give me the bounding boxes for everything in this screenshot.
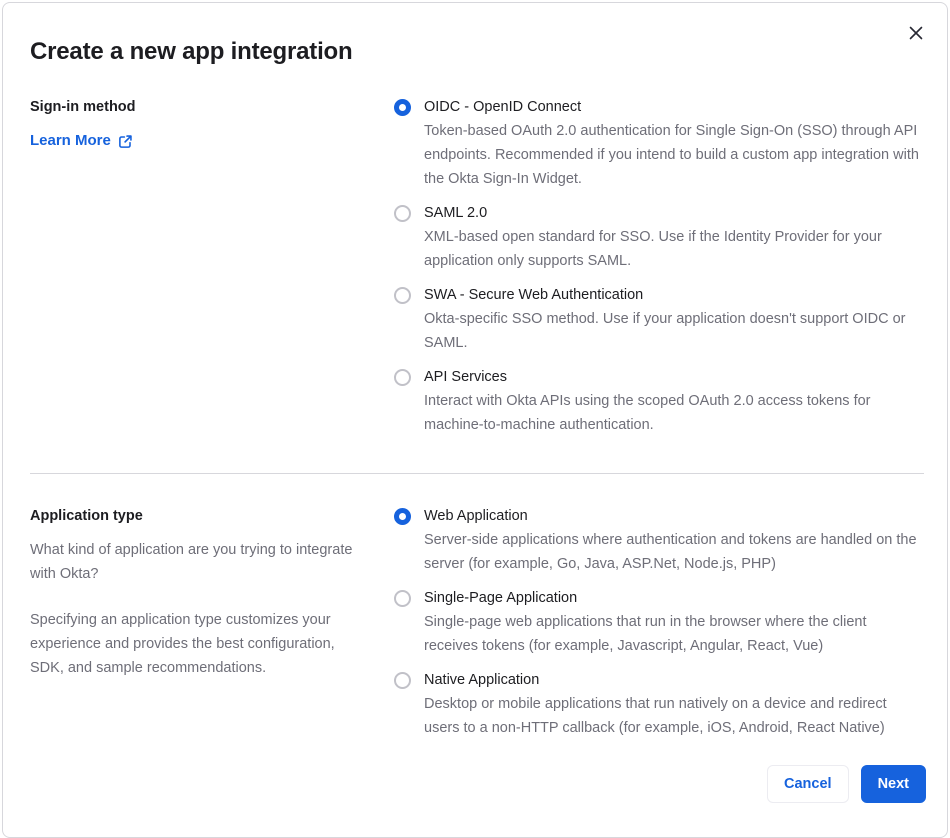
application-type-options: Web Application Server-side applications… — [394, 504, 924, 750]
application-type-option[interactable]: Single-Page Application Single-page web … — [394, 586, 924, 658]
radio-option-description: Desktop or mobile applications that run … — [424, 696, 887, 736]
signin-method-option[interactable]: OIDC - OpenID Connect Token-based OAuth … — [394, 95, 924, 191]
radio-option-label: Web Application — [424, 508, 528, 524]
external-link-icon — [118, 134, 133, 149]
signin-method-options: OIDC - OpenID Connect Token-based OAuth … — [394, 95, 924, 447]
radio-icon[interactable] — [394, 369, 411, 386]
radio-option-description: Single-page web applications that run in… — [424, 614, 867, 654]
close-icon — [909, 26, 923, 43]
radio-icon[interactable] — [394, 287, 411, 304]
cancel-button[interactable]: Cancel — [767, 765, 849, 803]
application-type-option[interactable]: Native Application Desktop or mobile app… — [394, 668, 924, 740]
radio-icon[interactable] — [394, 99, 411, 116]
radio-option-label: API Services — [424, 369, 507, 385]
section-divider — [30, 473, 924, 474]
signin-method-option[interactable]: SAML 2.0 XML-based open standard for SSO… — [394, 201, 924, 273]
radio-option-label: Native Application — [424, 672, 540, 688]
signin-method-heading: Sign-in method — [30, 99, 136, 115]
application-type-heading: Application type — [30, 508, 143, 524]
radio-option-description: XML-based open standard for SSO. Use if … — [424, 229, 882, 269]
radio-option-description: Token-based OAuth 2.0 authentication for… — [424, 123, 919, 187]
learn-more-label: Learn More — [30, 132, 111, 149]
application-type-option[interactable]: Web Application Server-side applications… — [394, 504, 924, 576]
dialog-footer: Cancel Next — [767, 765, 926, 803]
radio-option-description: Interact with Okta APIs using the scoped… — [424, 393, 871, 433]
create-app-integration-dialog: Create a new app integration Sign-in met… — [2, 2, 948, 838]
signin-method-section: Sign-in method Learn More OIDC - OpenID … — [30, 95, 924, 447]
dialog-title: Create a new app integration — [30, 38, 353, 65]
close-button[interactable] — [904, 22, 928, 46]
radio-icon[interactable] — [394, 205, 411, 222]
radio-option-label: OIDC - OpenID Connect — [424, 99, 582, 115]
next-button[interactable]: Next — [860, 765, 926, 803]
application-type-explanation: Specifying an application type customize… — [30, 612, 335, 676]
radio-option-label: Single-Page Application — [424, 590, 578, 606]
signin-method-option[interactable]: API Services Interact with Okta APIs usi… — [394, 365, 924, 437]
radio-icon[interactable] — [394, 508, 411, 525]
radio-option-description: Server-side applications where authentic… — [424, 532, 917, 572]
radio-icon[interactable] — [394, 590, 411, 607]
radio-option-label: SWA - Secure Web Authentication — [424, 287, 644, 303]
learn-more-link[interactable]: Learn More — [30, 129, 133, 153]
radio-option-label: SAML 2.0 — [424, 205, 488, 221]
application-type-question: What kind of application are you trying … — [30, 542, 353, 582]
signin-method-option[interactable]: SWA - Secure Web Authentication Okta-spe… — [394, 283, 924, 355]
radio-option-description: Okta-specific SSO method. Use if your ap… — [424, 311, 906, 351]
radio-icon[interactable] — [394, 672, 411, 689]
application-type-section: Application type What kind of applicatio… — [30, 504, 924, 750]
